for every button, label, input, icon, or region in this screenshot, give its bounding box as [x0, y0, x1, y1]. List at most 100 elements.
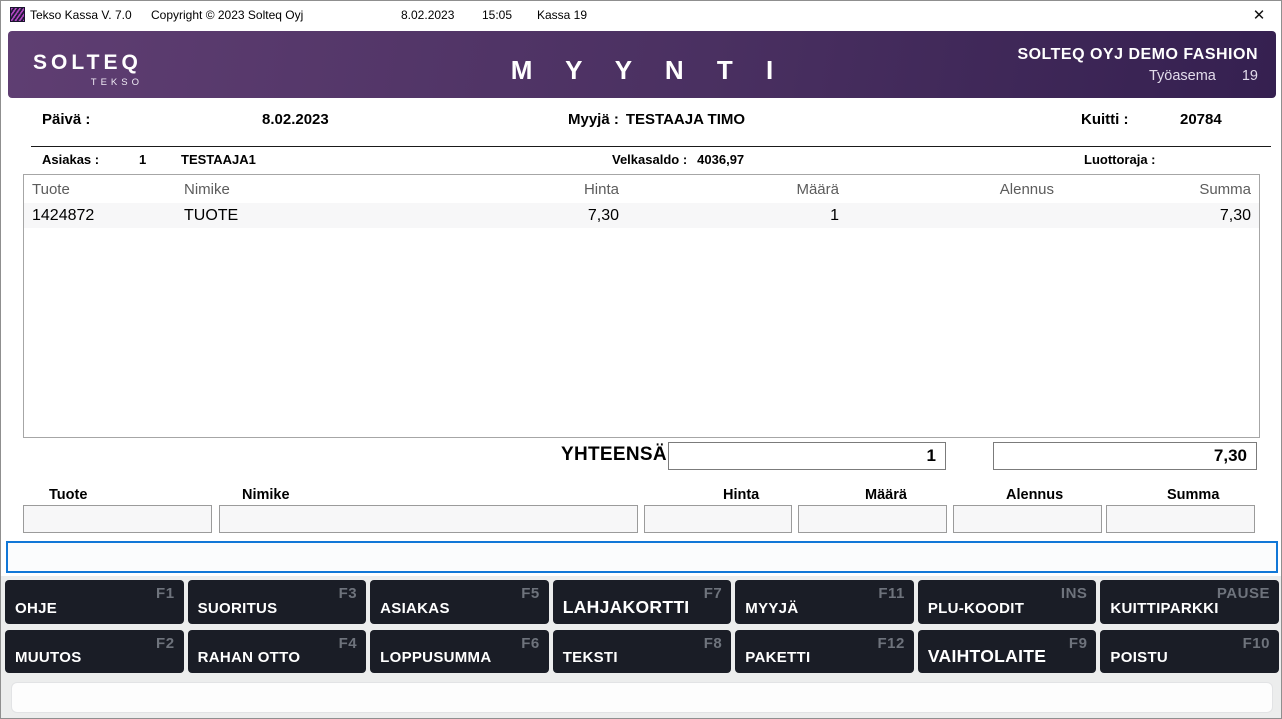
- poistu-button[interactable]: POISTU F10: [1100, 630, 1279, 673]
- titlebar-time: 15:05: [482, 8, 513, 22]
- vaihtolaite-button[interactable]: VAIHTOLAITE F9: [917, 630, 1097, 673]
- app-header: SOLTEQ TEKSO M Y Y N T I SOLTEQ OYJ DEMO…: [8, 31, 1276, 98]
- cell-maara: 1: [830, 206, 839, 224]
- button-key: F1: [156, 585, 175, 602]
- entry-label-alennus: Alennus: [1006, 487, 1064, 503]
- button-key: F11: [878, 585, 905, 602]
- close-icon: ✕: [1252, 7, 1266, 24]
- button-label: OHJE: [15, 600, 58, 617]
- seller-label: Myyjä :: [568, 111, 619, 128]
- button-key: F4: [338, 635, 358, 652]
- entry-label-maara: Määrä: [865, 487, 907, 503]
- col-header-tuote: Tuote: [32, 180, 70, 198]
- seller-value: TESTAAJA TIMO: [625, 111, 746, 128]
- workstation-number: 19: [1241, 68, 1258, 84]
- separator-line: [31, 146, 1271, 147]
- page-title: M Y Y N T I: [510, 55, 787, 85]
- logo-primary: SOLTEQ: [33, 51, 142, 74]
- button-key: F7: [703, 585, 723, 602]
- lahjakortti-button[interactable]: LAHJAKORTTI F7: [552, 580, 732, 624]
- table-header-row: Tuote Nimike Hinta Määrä Alennus Summa: [24, 175, 1259, 203]
- copyright-text: Copyright © 2023 Solteq Oyj: [151, 8, 304, 22]
- maara-entry-field[interactable]: [798, 505, 947, 533]
- hinta-entry-field[interactable]: [644, 505, 792, 533]
- solteq-tekso-logo: SOLTEQ TEKSO: [33, 51, 145, 88]
- nimike-entry-field[interactable]: [219, 505, 638, 533]
- entry-label-tuote: Tuote: [49, 487, 88, 503]
- teksti-button[interactable]: TEKSTI F8: [552, 630, 732, 673]
- total-quantity-box: 1: [668, 442, 946, 470]
- customer-name: TESTAAJA1: [181, 152, 256, 167]
- register-number: Kassa 19: [537, 8, 588, 22]
- button-key: F3: [338, 585, 358, 602]
- date-value: 8.02.2023: [262, 111, 329, 128]
- button-label: MUUTOS: [15, 649, 82, 666]
- loppusumma-button[interactable]: LOPPUSUMMA F6: [370, 630, 549, 673]
- myyja-button[interactable]: MYYJÄ F11: [735, 580, 914, 624]
- entry-label-summa: Summa: [1167, 487, 1220, 503]
- titlebar: Tekso Kassa V. 7.0 Copyright © 2023 Solt…: [1, 1, 1281, 29]
- table-row[interactable]: 1424872 TUOTE 7,30 1 7,30: [24, 203, 1259, 228]
- workstation-info: Työasema 19: [1017, 68, 1258, 84]
- button-label: VAIHTOLAITE: [927, 646, 1047, 666]
- paketti-button[interactable]: PAKETTI F12: [735, 630, 914, 673]
- button-label: PLU-KOODIT: [927, 600, 1025, 617]
- button-label: POISTU: [1110, 649, 1169, 666]
- credit-label: Luottoraja :: [1084, 152, 1156, 167]
- col-header-hinta: Hinta: [583, 180, 619, 198]
- kuittiparkki-button[interactable]: KUITTIPARKKI PAUSE: [1100, 580, 1279, 624]
- button-key: F5: [521, 585, 540, 602]
- muutos-button[interactable]: MUUTOS F2: [5, 630, 184, 673]
- debt-label: Velkasaldo :: [612, 152, 688, 167]
- suoritus-button[interactable]: SUORITUS F3: [187, 580, 367, 624]
- alennus-entry-field[interactable]: [953, 505, 1102, 533]
- button-label: RAHAN OTTO: [197, 649, 301, 666]
- button-label: MYYJÄ: [745, 600, 799, 617]
- credit-field: Luottoraja :: [1084, 152, 1166, 170]
- cell-nimike: TUOTE: [184, 206, 239, 224]
- command-input[interactable]: [6, 541, 1278, 573]
- store-name: SOLTEQ OYJ DEMO FASHION: [1017, 46, 1258, 63]
- asiakas-button[interactable]: ASIAKAS F5: [370, 580, 549, 624]
- titlebar-date: 8.02.2023: [401, 8, 455, 22]
- button-label: SUORITUS: [197, 600, 278, 617]
- button-key: F9: [1068, 635, 1088, 652]
- button-key: PAUSE: [1216, 585, 1270, 602]
- seller-field: Myyjä : TESTAAJA TIMO: [568, 111, 745, 133]
- receipt-value: 20784: [1180, 111, 1222, 128]
- col-header-nimike: Nimike: [184, 180, 230, 198]
- close-button[interactable]: ✕: [1237, 1, 1281, 29]
- tekso-kassa-window: Tekso Kassa V. 7.0 Copyright © 2023 Solt…: [0, 0, 1282, 719]
- button-label: ASIAKAS: [380, 600, 450, 617]
- button-key: F6: [521, 635, 540, 652]
- debt-value: 4036,97: [697, 152, 745, 167]
- cell-hinta: 7,30: [587, 206, 619, 224]
- app-icon: [10, 7, 25, 22]
- workstation-label: Työasema: [1148, 68, 1216, 84]
- status-strip: [11, 682, 1273, 713]
- button-key: F2: [156, 635, 175, 652]
- rahan-otto-button[interactable]: RAHAN OTTO F4: [187, 630, 367, 673]
- logo-secondary: TEKSO: [90, 77, 143, 88]
- col-header-alennus: Alennus: [999, 180, 1054, 198]
- button-label: LOPPUSUMMA: [380, 649, 492, 666]
- sales-items-table: Tuote Nimike Hinta Määrä Alennus Summa 1…: [23, 174, 1260, 438]
- col-header-maara: Määrä: [796, 180, 839, 198]
- button-label: KUITTIPARKKI: [1110, 600, 1219, 617]
- ohje-button[interactable]: OHJE F1: [5, 580, 184, 624]
- debt-field: Velkasaldo : 4036,97: [612, 152, 744, 170]
- entry-label-hinta: Hinta: [723, 487, 760, 503]
- tuote-entry-field[interactable]: [23, 505, 212, 533]
- button-label: PAKETTI: [745, 649, 811, 666]
- store-info: SOLTEQ OYJ DEMO FASHION Työasema 19: [1017, 46, 1258, 84]
- summa-entry-field[interactable]: [1106, 505, 1255, 533]
- button-key: INS: [1060, 585, 1088, 602]
- button-key: F8: [703, 635, 723, 652]
- customer-label: Asiakas :: [42, 152, 100, 167]
- plu-koodit-button[interactable]: PLU-KOODIT INS: [917, 580, 1097, 624]
- col-header-summa: Summa: [1199, 180, 1251, 198]
- function-button-grid: OHJE F1 SUORITUS F3 ASIAKAS F5 LAHJAKORT…: [5, 580, 1279, 673]
- total-label: YHTEENSÄ: [561, 444, 667, 465]
- button-label: TEKSTI: [562, 649, 618, 666]
- entry-label-nimike: Nimike: [242, 487, 290, 503]
